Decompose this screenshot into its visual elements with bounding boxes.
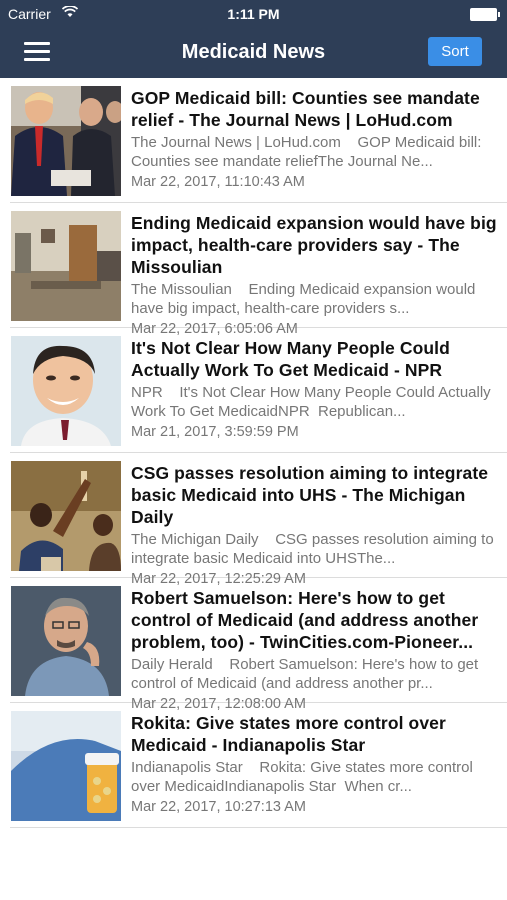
news-item[interactable]: CSG passes resolution aiming to integrat…: [10, 453, 507, 587]
article-summary: The Michigan Daily CSG passes resolution…: [131, 531, 498, 567]
status-bar: Carrier 1:11 PM: [0, 0, 507, 28]
article-summary: The Missoulian Ending Medicaid expansion…: [131, 281, 480, 317]
news-item[interactable]: Ending Medicaid expansion would have big…: [10, 203, 507, 337]
clinic-hallway-photo: [11, 211, 121, 321]
article-date: Mar 22, 2017, 11:10:43 AM: [131, 174, 305, 190]
news-list: GOP Medicaid bill: Counties see mandate …: [0, 78, 507, 828]
article-title: GOP Medicaid bill: Counties see mandate …: [131, 88, 480, 130]
article-summary: NPR It's Not Clear How Many People Could…: [131, 384, 495, 420]
article-title: It's Not Clear How Many People Could Act…: [131, 338, 450, 380]
news-item[interactable]: Robert Samuelson: Here's how to get cont…: [10, 578, 507, 712]
article-summary: Daily Herald Robert Samuelson: Here's ho…: [131, 656, 483, 692]
pill-bottle-photo: [11, 711, 121, 821]
clock: 1:11 PM: [227, 6, 280, 22]
news-item[interactable]: GOP Medicaid bill: Counties see mandate …: [10, 78, 507, 203]
news-item[interactable]: It's Not Clear How Many People Could Act…: [10, 328, 507, 453]
students-meeting-photo: [11, 461, 121, 571]
article-summary: The Journal News | LoHud.com GOP Medicai…: [131, 134, 486, 170]
app-header: Carrier 1:11 PM Medicaid News Sort: [0, 0, 507, 78]
sort-button[interactable]: Sort: [428, 37, 482, 66]
article-date: Mar 21, 2017, 3:59:59 PM: [131, 424, 299, 440]
article-summary: Indianapolis Star Rokita: Give states mo…: [131, 759, 477, 795]
politicians-photo: [11, 86, 121, 196]
news-item[interactable]: Rokita: Give states more control over Me…: [10, 703, 507, 828]
columnist-portrait-photo: [11, 586, 121, 696]
article-title: Rokita: Give states more control over Me…: [131, 713, 446, 755]
article-title: Ending Medicaid expansion would have big…: [131, 213, 497, 277]
navigation-bar: Medicaid News Sort: [0, 28, 507, 78]
article-title: Robert Samuelson: Here's how to get cont…: [131, 588, 479, 652]
smiling-man-photo: [11, 336, 121, 446]
article-date: Mar 22, 2017, 10:27:13 AM: [131, 799, 306, 815]
article-title: CSG passes resolution aiming to integrat…: [131, 463, 489, 527]
battery-icon: [470, 8, 500, 21]
